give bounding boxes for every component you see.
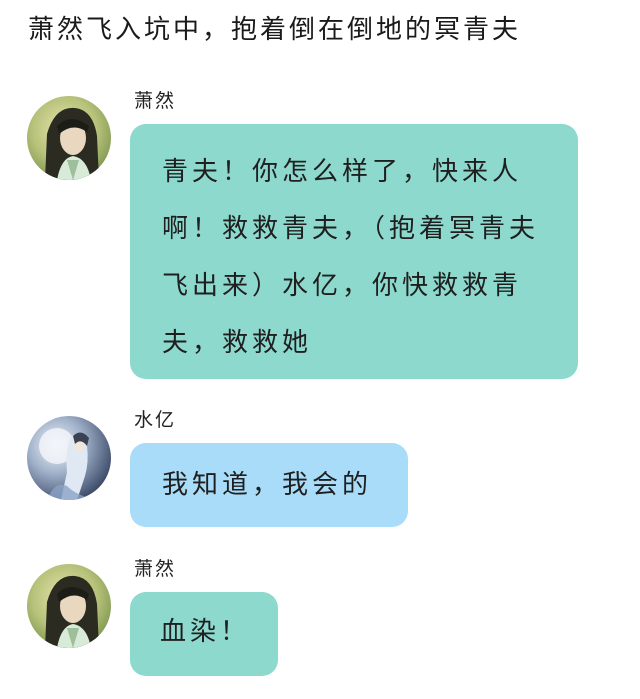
- shuiyi-avatar-image: [27, 416, 111, 500]
- message-bubble: 我知道，我会的: [130, 443, 408, 527]
- sender-name: 萧然: [134, 90, 177, 112]
- avatar[interactable]: [27, 96, 111, 180]
- xiaoran-avatar-image: [27, 96, 111, 180]
- message-bubble: 青夫！你怎么样了，快来人啊！救救青夫，（抱着冥青夫飞出来）水亿，你快救救青夫，救…: [130, 124, 578, 379]
- message-bubble: 血染！: [130, 592, 278, 676]
- avatar[interactable]: [27, 564, 111, 648]
- message-text: 青夫！你怎么样了，快来人啊！救救青夫，（抱着冥青夫飞出来）水亿，你快救救青夫，救…: [162, 157, 540, 358]
- narration-text: 萧然飞入坑中，抱着倒在倒地的冥青夫: [28, 15, 522, 45]
- message-text: 我知道，我会的: [162, 470, 373, 500]
- sender-name: 萧然: [134, 558, 177, 580]
- xiaoran-avatar-image: [27, 564, 111, 648]
- avatar[interactable]: [27, 416, 111, 500]
- message-text: 血染！: [160, 617, 251, 647]
- sender-name: 水亿: [134, 409, 177, 431]
